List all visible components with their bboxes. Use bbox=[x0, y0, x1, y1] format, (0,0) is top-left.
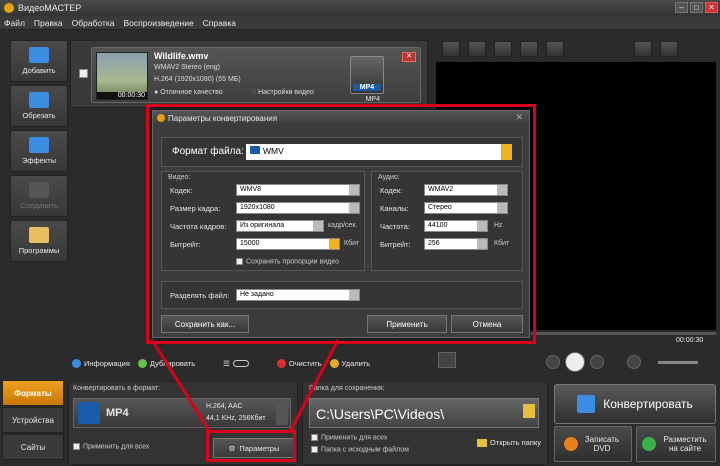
globe-icon bbox=[642, 437, 656, 451]
sidebar-trim-label: Обрезать bbox=[22, 111, 56, 120]
list-item[interactable]: 00:00:30 Wildlife.wmv WMAV2 Stereo (eng)… bbox=[91, 47, 421, 103]
highlight-frame-dialog bbox=[146, 104, 536, 344]
source-folder-check[interactable] bbox=[311, 446, 318, 453]
gif-icon[interactable] bbox=[634, 41, 652, 57]
format-badge-label: MP4 bbox=[353, 84, 381, 91]
stabilize-icon[interactable] bbox=[520, 41, 538, 57]
info-button[interactable]: Информация bbox=[72, 358, 130, 368]
tab-formats[interactable]: Форматы bbox=[2, 380, 64, 406]
app-logo-icon bbox=[4, 3, 14, 13]
sidebar-effects-label: Эффекты bbox=[21, 156, 57, 165]
minimize-button[interactable]: – bbox=[675, 2, 688, 13]
close-button[interactable]: ✕ bbox=[705, 2, 718, 13]
dvd-icon bbox=[564, 437, 578, 451]
folder-icon[interactable] bbox=[523, 404, 535, 418]
snapshot-icon[interactable] bbox=[660, 41, 678, 57]
remove-file-button[interactable]: ✕ bbox=[402, 52, 416, 62]
format-badge: MP4 bbox=[350, 56, 384, 94]
source-folder-label: Папка с исходным файлом bbox=[321, 446, 409, 454]
quality-label: Отличное качество bbox=[160, 89, 223, 96]
menu-file[interactable]: Файл bbox=[4, 18, 25, 28]
apply-all-checkbox[interactable]: Применить для всех bbox=[73, 443, 149, 450]
source-folder-checkbox[interactable]: Папка с исходным файлом bbox=[311, 446, 409, 453]
volume-slider[interactable] bbox=[658, 360, 698, 364]
preview-timecode: 00:00:30 bbox=[676, 337, 704, 344]
title-bar: ВидеоМАСТЕР – □ ✕ bbox=[0, 0, 720, 16]
selected-format: MP4 bbox=[106, 407, 129, 419]
file-list: 00:00:30 Wildlife.wmv WMAV2 Stereo (eng)… bbox=[70, 40, 428, 108]
menu-processing[interactable]: Обработка bbox=[72, 18, 115, 28]
crop-icon[interactable] bbox=[442, 41, 460, 57]
volume-icon[interactable] bbox=[627, 355, 641, 369]
add-film-icon bbox=[29, 47, 49, 63]
sidebar-join-button[interactable]: Соединить bbox=[10, 175, 68, 217]
file-duration: 00:00:30 bbox=[97, 92, 147, 99]
video-thumbnail: 00:00:30 bbox=[96, 52, 148, 100]
brightness-icon[interactable] bbox=[494, 41, 512, 57]
player-controls bbox=[546, 350, 716, 374]
file-video-info: H.264 (1920x1080) (55 МБ) bbox=[154, 76, 241, 83]
file-checkbox[interactable] bbox=[79, 69, 88, 78]
video-settings-link[interactable]: ◌ Настройки видео bbox=[252, 89, 314, 96]
sidebar-programs-label: Программы bbox=[18, 246, 60, 255]
burn-dvd-button[interactable]: Записать DVD bbox=[554, 426, 632, 462]
sidebar-add-label: Добавить bbox=[22, 66, 56, 75]
sidebar-add-button[interactable]: Добавить bbox=[10, 40, 68, 82]
dvd-label: Записать DVD bbox=[584, 435, 620, 453]
open-folder-button[interactable]: Открыть папку bbox=[477, 438, 541, 447]
file-audio-info: WMAV2 Stereo (eng) bbox=[154, 64, 221, 71]
web-label: Разместить на сайте bbox=[663, 435, 707, 453]
menu-bar: Файл Правка Обработка Воспроизведение Сп… bbox=[0, 16, 720, 30]
mp4-icon bbox=[78, 402, 100, 424]
format-label: MP4 bbox=[365, 96, 380, 103]
next-icon[interactable] bbox=[590, 355, 604, 369]
convert-icon bbox=[577, 395, 596, 413]
scissors-film-icon bbox=[29, 92, 49, 108]
sidebar: Добавить Обрезать Эффекты Соединить Прог… bbox=[10, 40, 68, 268]
app-title: ВидеоМАСТЕР bbox=[18, 3, 82, 13]
quality-option[interactable]: ● Отличное качество bbox=[154, 89, 223, 96]
publish-web-button[interactable]: Разместить на сайте bbox=[636, 426, 716, 462]
join-film-icon bbox=[29, 182, 49, 198]
sidebar-join-label: Соединить bbox=[20, 201, 58, 210]
play-icon[interactable] bbox=[565, 352, 585, 372]
menu-help[interactable]: Справка bbox=[203, 18, 236, 28]
sidebar-effects-button[interactable]: Эффекты bbox=[10, 130, 68, 172]
menu-playback[interactable]: Воспроизведение bbox=[124, 18, 194, 28]
bottom-tabs: Форматы Устройства Сайты bbox=[2, 380, 64, 466]
highlight-connector bbox=[150, 339, 340, 433]
info-label: Информация bbox=[84, 358, 130, 368]
open-folder-icon bbox=[477, 438, 488, 447]
convert-button[interactable]: Конвертировать bbox=[554, 384, 716, 424]
menu-edit[interactable]: Правка bbox=[34, 18, 63, 28]
convert-label: Конвертировать bbox=[603, 397, 693, 411]
open-folder-label: Открыть папку bbox=[490, 438, 541, 447]
video-settings-label: Настройки видео bbox=[258, 89, 314, 96]
rotate-icon[interactable] bbox=[468, 41, 486, 57]
tab-sites[interactable]: Сайты bbox=[2, 434, 64, 460]
speed-icon[interactable] bbox=[546, 41, 564, 57]
preview-toolbar bbox=[436, 38, 716, 60]
sidebar-programs-button[interactable]: Программы bbox=[10, 220, 68, 262]
maximize-button[interactable]: □ bbox=[690, 2, 703, 13]
fullscreen-icon[interactable] bbox=[438, 352, 456, 368]
effects-film-icon bbox=[29, 137, 49, 153]
programs-icon bbox=[29, 227, 49, 243]
apply-all-check[interactable] bbox=[73, 443, 80, 450]
sidebar-trim-button[interactable]: Обрезать bbox=[10, 85, 68, 127]
file-name: Wildlife.wmv bbox=[154, 51, 209, 61]
prev-icon[interactable] bbox=[546, 355, 560, 369]
info-icon bbox=[72, 358, 81, 368]
apply-all-label: Применить для всех bbox=[83, 443, 150, 451]
tab-devices[interactable]: Устройства bbox=[2, 407, 64, 433]
